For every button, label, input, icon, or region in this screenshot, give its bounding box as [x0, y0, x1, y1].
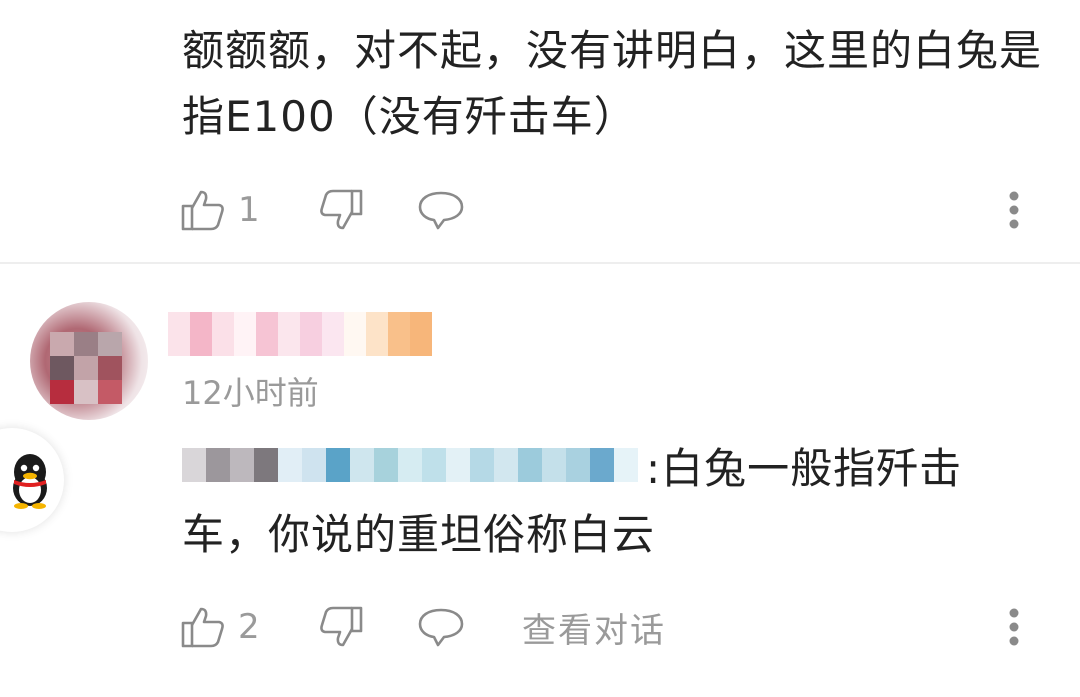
avatar-pixel — [98, 356, 122, 380]
comment-timestamp: 12小时前 — [182, 374, 319, 412]
avatar-pixel — [50, 332, 74, 356]
avatar-pixel — [74, 332, 98, 356]
avatar-pixel — [50, 356, 74, 380]
like-count: 2 — [238, 607, 260, 647]
speech-bubble-icon — [416, 604, 466, 650]
avatar-pixel — [74, 356, 98, 380]
thumbs-down-icon — [318, 604, 364, 650]
more-vertical-icon — [1008, 190, 1020, 230]
more-options-button[interactable] — [1000, 180, 1028, 240]
comment-actions: 1 — [0, 180, 1080, 240]
thumbs-down-icon — [318, 187, 364, 233]
avatar-pixel — [98, 332, 122, 356]
like-button[interactable]: 1 — [180, 180, 260, 240]
more-vertical-icon — [1008, 607, 1020, 647]
like-count: 1 — [238, 190, 260, 230]
comment-text: 额额额，对不起，没有讲明白，这里的白兔是指E100（没有歼击车） — [182, 26, 1043, 141]
avatar[interactable] — [30, 302, 148, 420]
speech-bubble-icon — [416, 187, 466, 233]
thumbs-up-icon — [180, 187, 226, 233]
like-button[interactable]: 2 — [180, 597, 260, 657]
reply-button[interactable] — [416, 180, 466, 240]
comment-item: 12小时前 :白兔一般指歼击 车，你说的重坦俗称白云 2 查看对话 — [0, 264, 1080, 697]
thumbs-up-icon — [180, 604, 226, 650]
dislike-button[interactable] — [318, 180, 364, 240]
comment-text-prefix: :白兔一般指歼击 — [646, 444, 963, 493]
comment-text: 车，你说的重坦俗称白云 — [182, 510, 656, 559]
avatar-pixel — [98, 380, 122, 404]
avatar-pixel — [50, 380, 74, 404]
more-options-button[interactable] — [1000, 597, 1028, 657]
qq-penguin-icon — [10, 450, 50, 510]
reply-button[interactable] — [416, 597, 466, 657]
comment-item: 额额额，对不起，没有讲明白，这里的白兔是指E100（没有歼击车） 1 — [0, 0, 1080, 262]
dislike-button[interactable] — [318, 597, 364, 657]
mention-blurred[interactable] — [182, 432, 640, 498]
avatar-pixel — [74, 380, 98, 404]
view-conversation-link[interactable]: 查看对话 — [522, 597, 666, 657]
comment-actions: 2 查看对话 — [0, 597, 1080, 657]
username-blurred[interactable] — [168, 312, 432, 356]
